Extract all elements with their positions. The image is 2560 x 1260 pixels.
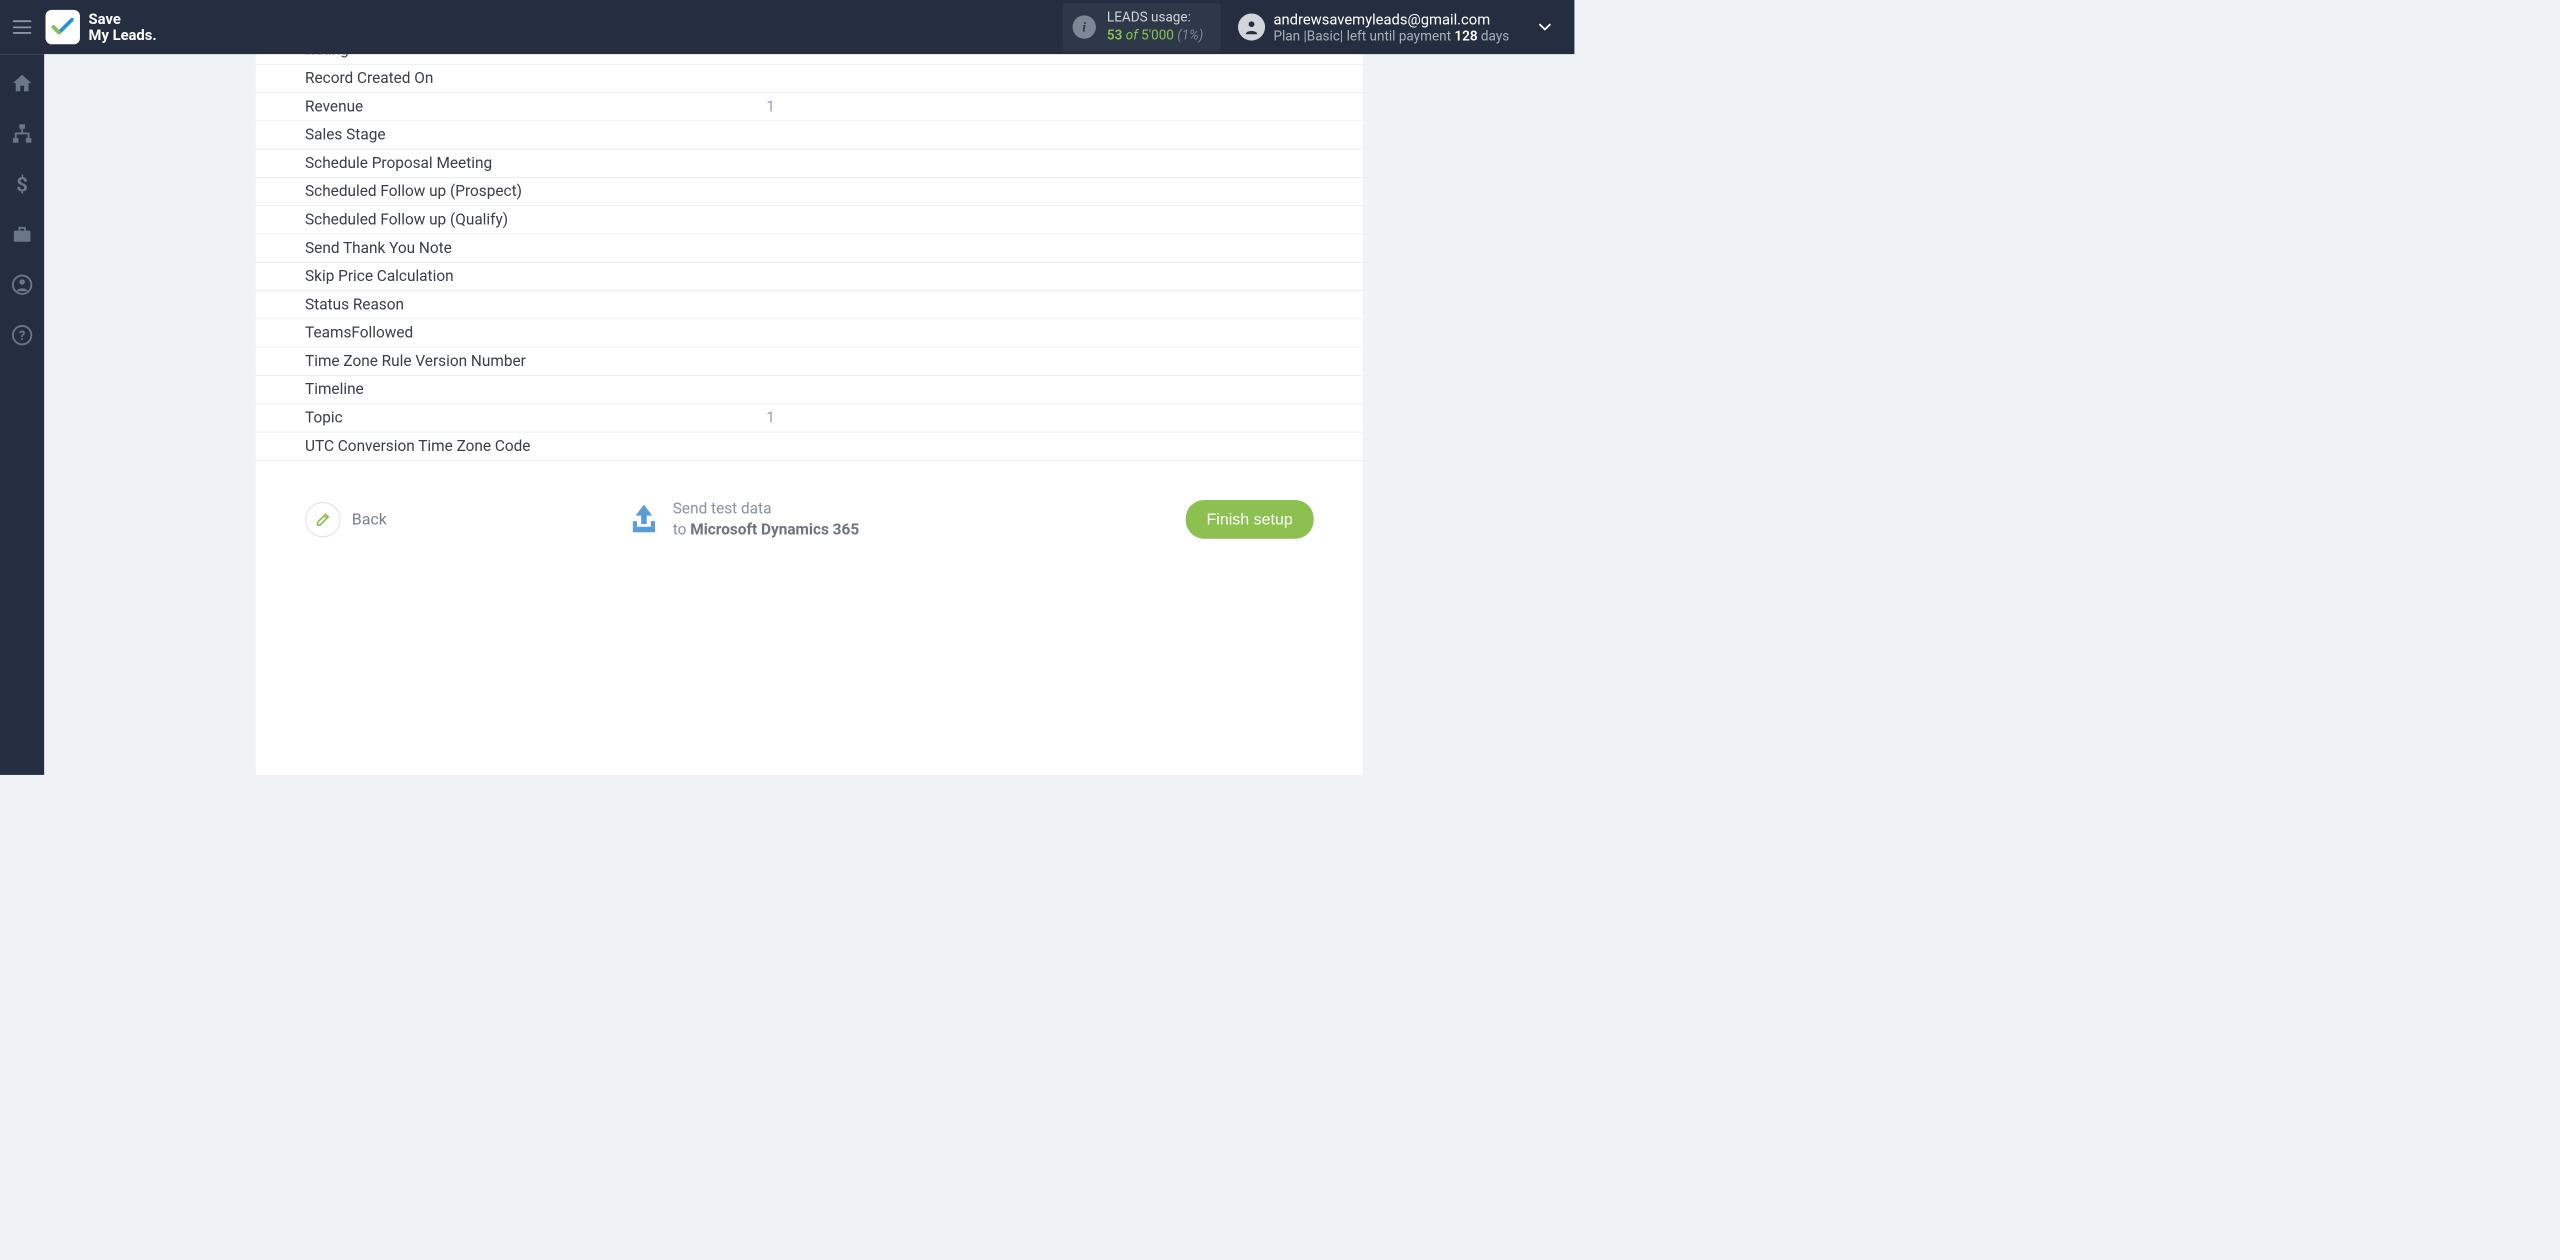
field-value: 1	[766, 409, 1363, 427]
logo-block[interactable]: Save My Leads.	[46, 10, 157, 44]
header-right: i LEADS usage: 53 of 5'000 (1%)	[1063, 0, 1575, 54]
usage-box[interactable]: i LEADS usage: 53 of 5'000 (1%)	[1063, 3, 1221, 50]
field-row: Topic1	[256, 404, 1363, 432]
avatar-icon	[1238, 14, 1265, 41]
sidebar-item-profile[interactable]	[0, 269, 44, 300]
logo-text: Save My Leads.	[89, 11, 157, 43]
usage-total: 5'000	[1141, 28, 1174, 43]
usage-label: LEADS usage:	[1107, 9, 1203, 27]
card-actions: Back Send test data to	[256, 499, 1363, 541]
menu-toggle[interactable]	[0, 0, 44, 54]
field-label: Schedule Proposal Meeting	[256, 154, 766, 172]
plan-prefix: Plan |	[1273, 29, 1306, 44]
home-icon	[11, 72, 33, 94]
field-label: Send Thank You Note	[256, 239, 766, 257]
field-label: Skip Price Calculation	[256, 268, 766, 286]
field-row: Revenue1	[256, 93, 1363, 121]
field-label: Time Zone Rule Version Number	[256, 352, 766, 370]
config-card: RatingRecord Created OnRevenue1Sales Sta…	[256, 54, 1363, 775]
send-destination: Microsoft Dynamics 365	[690, 521, 859, 539]
back-button[interactable]: Back	[305, 502, 387, 538]
field-row: Skip Price Calculation	[256, 263, 1363, 291]
send-to-word: to	[673, 521, 690, 539]
account-email: andrewsavemyleads@gmail.com	[1273, 10, 1509, 28]
sidebar-item-briefcase[interactable]	[0, 219, 44, 250]
field-label: Sales Stage	[256, 126, 766, 144]
briefcase-icon	[11, 223, 33, 245]
field-row: Timeline	[256, 376, 1363, 404]
send-line1: Send test data	[673, 499, 859, 520]
sidebar-item-home[interactable]	[0, 68, 44, 99]
usage-of-word: of	[1126, 28, 1138, 43]
account-plan-line: Plan |Basic| left until payment 128 days	[1273, 29, 1509, 44]
main-area: RatingRecord Created OnRevenue1Sales Sta…	[44, 54, 1574, 775]
sidebar-item-connections[interactable]	[0, 118, 44, 149]
field-label: Revenue	[256, 98, 766, 116]
brand-line2: My Leads.	[89, 27, 157, 43]
chevron-down-icon	[1539, 23, 1551, 30]
edit-circle	[305, 502, 341, 538]
sidebar-item-billing[interactable]: $	[0, 169, 44, 200]
usage-percent: (1%)	[1177, 28, 1203, 43]
svg-text:$: $	[16, 173, 28, 195]
plan-days-word: days	[1478, 29, 1510, 44]
field-value: 1	[766, 98, 1363, 116]
logo-icon	[46, 10, 80, 44]
field-label: Rating	[256, 54, 766, 59]
field-label: Scheduled Follow up (Qualify)	[256, 211, 766, 229]
plan-name: Basic	[1307, 29, 1340, 44]
user-circle-icon	[11, 274, 33, 296]
field-row: UTC Conversion Time Zone Code	[256, 432, 1363, 460]
svg-text:?: ?	[19, 329, 25, 344]
help-icon: ?	[11, 324, 33, 346]
plan-days-num: 128	[1454, 29, 1477, 44]
fields-table: RatingRecord Created OnRevenue1Sales Sta…	[256, 54, 1363, 461]
sitemap-icon	[11, 122, 33, 144]
field-row: Sales Stage	[256, 121, 1363, 149]
send-test-button[interactable]: Send test data to Microsoft Dynamics 365	[627, 499, 859, 541]
field-row: Status Reason	[256, 291, 1363, 319]
dollar-icon: $	[11, 173, 33, 195]
field-label: Status Reason	[256, 296, 766, 314]
field-row: Scheduled Follow up (Qualify)	[256, 206, 1363, 234]
field-row: Rating	[256, 54, 1363, 64]
sidebar: $ ?	[0, 54, 44, 775]
top-header: Save My Leads. i LEADS usage: 53 of 5'00…	[0, 0, 1574, 54]
account-text-block: andrewsavemyleads@gmail.com Plan |Basic|…	[1273, 10, 1509, 44]
field-row: Time Zone Rule Version Number	[256, 347, 1363, 375]
account-block[interactable]: andrewsavemyleads@gmail.com Plan |Basic|…	[1238, 10, 1527, 44]
finish-setup-button[interactable]: Finish setup	[1186, 500, 1314, 539]
field-row: Schedule Proposal Meeting	[256, 149, 1363, 177]
field-label: Record Created On	[256, 69, 766, 87]
usage-text: LEADS usage: 53 of 5'000 (1%)	[1107, 9, 1203, 44]
field-row: TeamsFollowed	[256, 319, 1363, 347]
field-row: Record Created On	[256, 65, 1363, 93]
send-test-text: Send test data to Microsoft Dynamics 365	[673, 499, 859, 541]
brand-line1: Save	[89, 11, 157, 27]
field-label: UTC Conversion Time Zone Code	[256, 437, 766, 455]
info-icon: i	[1072, 15, 1095, 38]
field-row: Send Thank You Note	[256, 234, 1363, 262]
usage-current: 53	[1107, 28, 1122, 43]
upload-icon	[627, 502, 660, 538]
plan-mid: | left until payment	[1340, 29, 1454, 44]
hamburger-icon	[13, 20, 31, 34]
account-dropdown-toggle[interactable]	[1526, 21, 1574, 33]
field-label: Topic	[256, 409, 766, 427]
field-row: Scheduled Follow up (Prospect)	[256, 178, 1363, 206]
pencil-icon	[315, 512, 331, 528]
back-label: Back	[352, 510, 387, 528]
field-label: TeamsFollowed	[256, 324, 766, 342]
field-label: Scheduled Follow up (Prospect)	[256, 183, 766, 201]
field-label: Timeline	[256, 381, 766, 399]
sidebar-item-help[interactable]: ?	[0, 320, 44, 351]
